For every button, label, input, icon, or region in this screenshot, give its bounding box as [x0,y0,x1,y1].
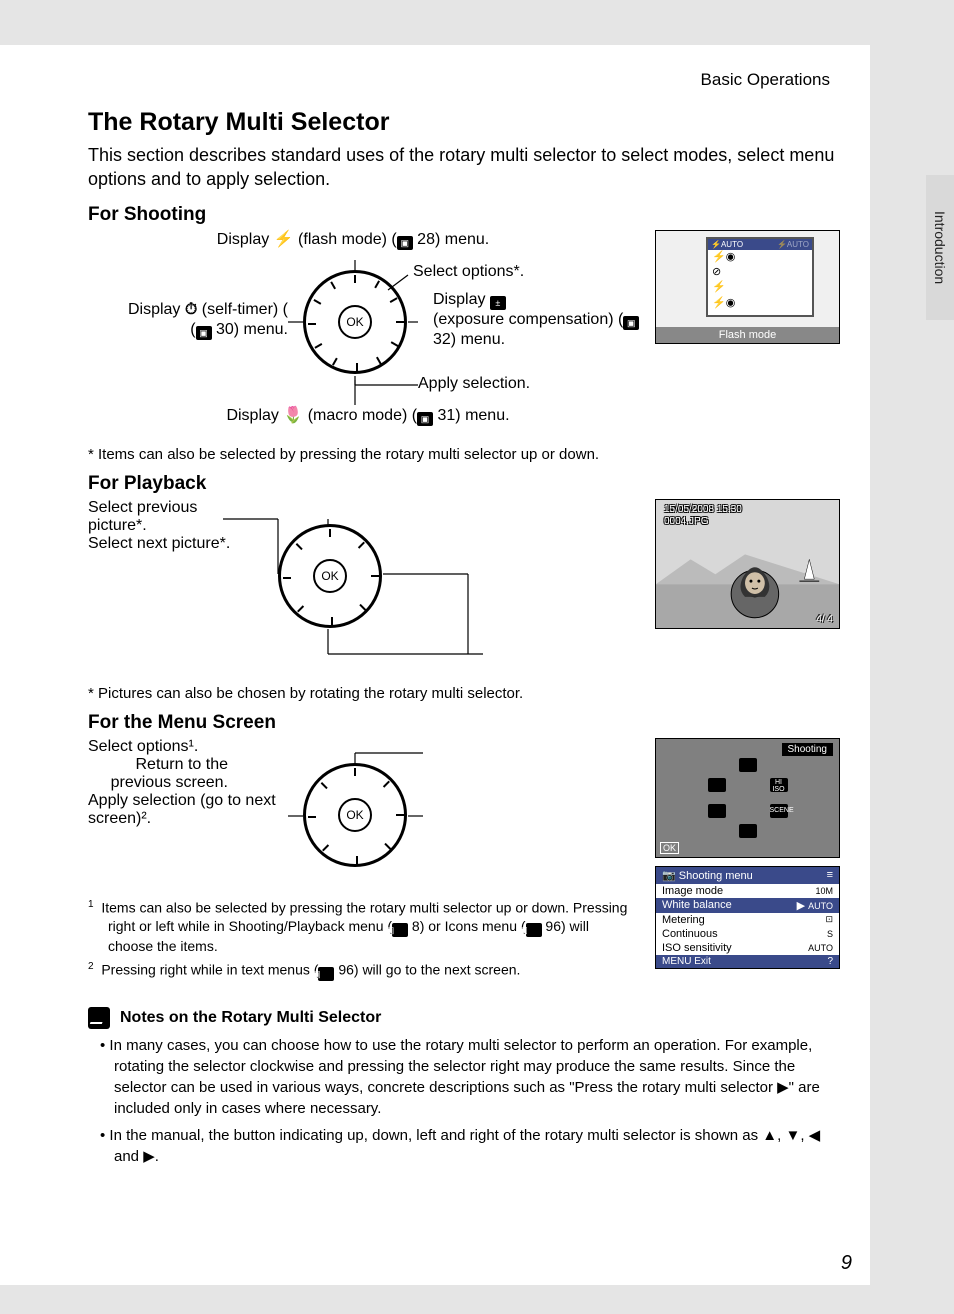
hi-iso-icon: HIISO [770,778,788,792]
page-ref-icon: ▣ [526,923,542,937]
page-ref-icon: ▣ [417,412,433,426]
side-tab-label: Introduction [932,211,948,284]
label-macro-mode: Display 🌷 (macro mode) (▣ 31) menu. [163,406,573,426]
movie-icon [708,804,726,818]
page-title: The Rotary Multi Selector [88,108,840,137]
notes-icon [88,1007,110,1029]
heading-playback: For Playback [88,473,840,495]
shooting-mode-thumbnail: Shooting HIISO SCENE OK [655,738,840,858]
ok-indicator: OK [660,842,679,854]
thumbnail-caption: Flash mode [656,327,839,343]
playback-counter: 4/ 4 [816,614,833,625]
label-self-timer: Display ⏱ (self-timer) ((▣ 30) menu. [33,300,288,340]
shooting-footnote: * Items can also be selected by pressing… [88,446,840,463]
playback-meta: 15/05/2008 15:300004.JPG [664,504,742,528]
flash-icon: ⚡ [274,231,294,248]
playback-thumbnail: 15/05/2008 15:300004.JPG 4/ 4 [655,499,840,629]
self-timer-icon: ⏱ [185,301,197,318]
menu-diagram: Select options¹. Return to the previous … [88,738,635,898]
heading-menu: For the Menu Screen [88,712,840,734]
smile-icon [708,778,726,792]
label-flash-mode: Display ⚡ (flash mode) (▣ 28) menu. [183,230,523,250]
scene-icon: SCENE [770,804,788,818]
intro-text: This section describes standard uses of … [88,143,840,192]
playback-diagram: Select previous picture*. Select next pi… [88,499,635,679]
heading-shooting: For Shooting [88,204,840,226]
exposure-icon: ± [490,296,506,310]
label-exposure-comp: Display ± (exposure compensation) (▣ 32)… [433,290,643,350]
notes-title: Notes on the Rotary Multi Selector [120,1009,381,1027]
camera-icon [739,758,757,772]
page-ref-icon: ▣ [392,923,408,937]
label-apply-selection: Apply selection. [418,374,530,394]
playback-footnote: * Pictures can also be chosen by rotatin… [88,685,840,702]
macro-icon: 🌷 [283,407,303,424]
page-ref-icon: ▣ [623,316,639,330]
rotary-dial-icon [303,763,407,867]
label-select-options: Select options*. [413,262,524,282]
label-select-options: Select options¹. [88,738,635,756]
page-ref-icon: ▣ [318,967,334,981]
label-apply-next: Apply selection (go to next screen)². [88,792,288,828]
mic-icon [739,824,757,838]
note-bullet-1: In many cases, you can choose how to use… [114,1035,840,1119]
page-number: 9 [841,1252,852,1275]
page-ref-icon: ▣ [397,236,413,250]
menu-footnote-1: 1 Items can also be selected by pressing… [108,898,635,956]
label-prev-picture: Select previous picture*. [88,499,218,535]
page-content: Basic Operations The Rotary Multi Select… [0,45,870,1285]
rotary-dial-icon [303,270,407,374]
shooting-diagram: Display ⚡ (flash mode) (▣ 28) menu. Sele… [88,230,635,440]
shooting-menu-thumbnail: 📷 Shooting menu≡ Image mode10M White bal… [655,866,840,969]
note-bullet-2: In the manual, the button indicating up,… [114,1125,840,1167]
label-return-prev: Return to the previous screen. [88,756,228,792]
rotary-dial-icon [278,524,382,628]
side-tab-introduction: Introduction [926,175,954,320]
flash-mode-thumbnail: ⚡AUTO⚡AUTO ⚡◉ ⊘ ⚡ ⚡◉ Flash mode [655,230,840,344]
page-ref-icon: ▣ [196,326,212,340]
breadcrumb: Basic Operations [88,70,830,90]
menu-footnote-2: 2 Pressing right while in text menus (▣ … [108,960,635,981]
